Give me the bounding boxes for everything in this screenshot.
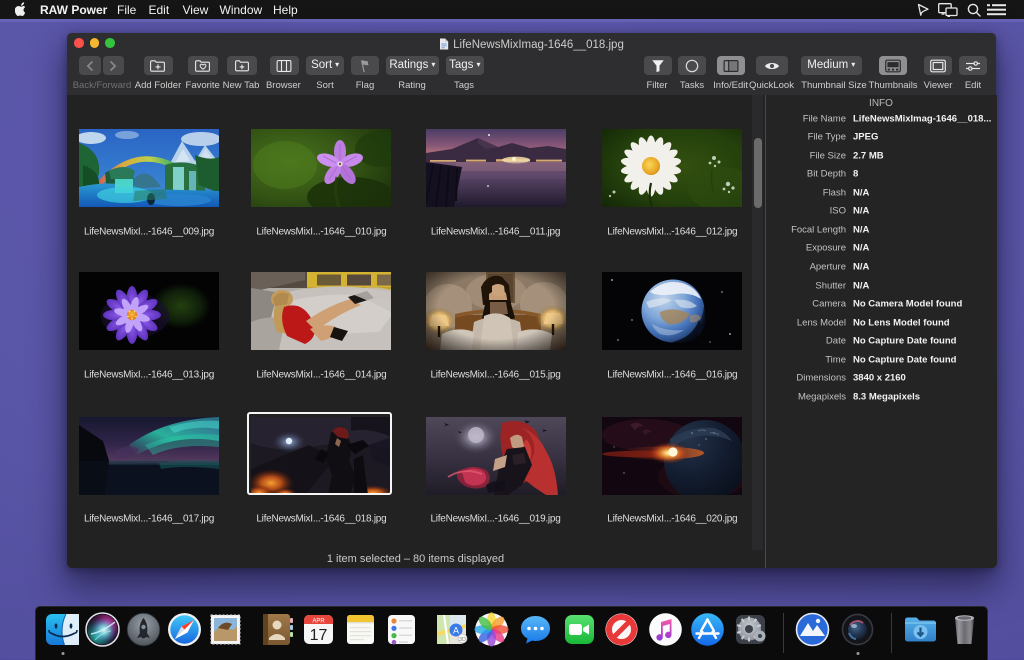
svg-text:APR: APR: [313, 619, 326, 625]
svg-text:A: A: [452, 626, 458, 636]
svg-text:3D: 3D: [458, 637, 465, 643]
svg-text:17: 17: [310, 627, 328, 644]
